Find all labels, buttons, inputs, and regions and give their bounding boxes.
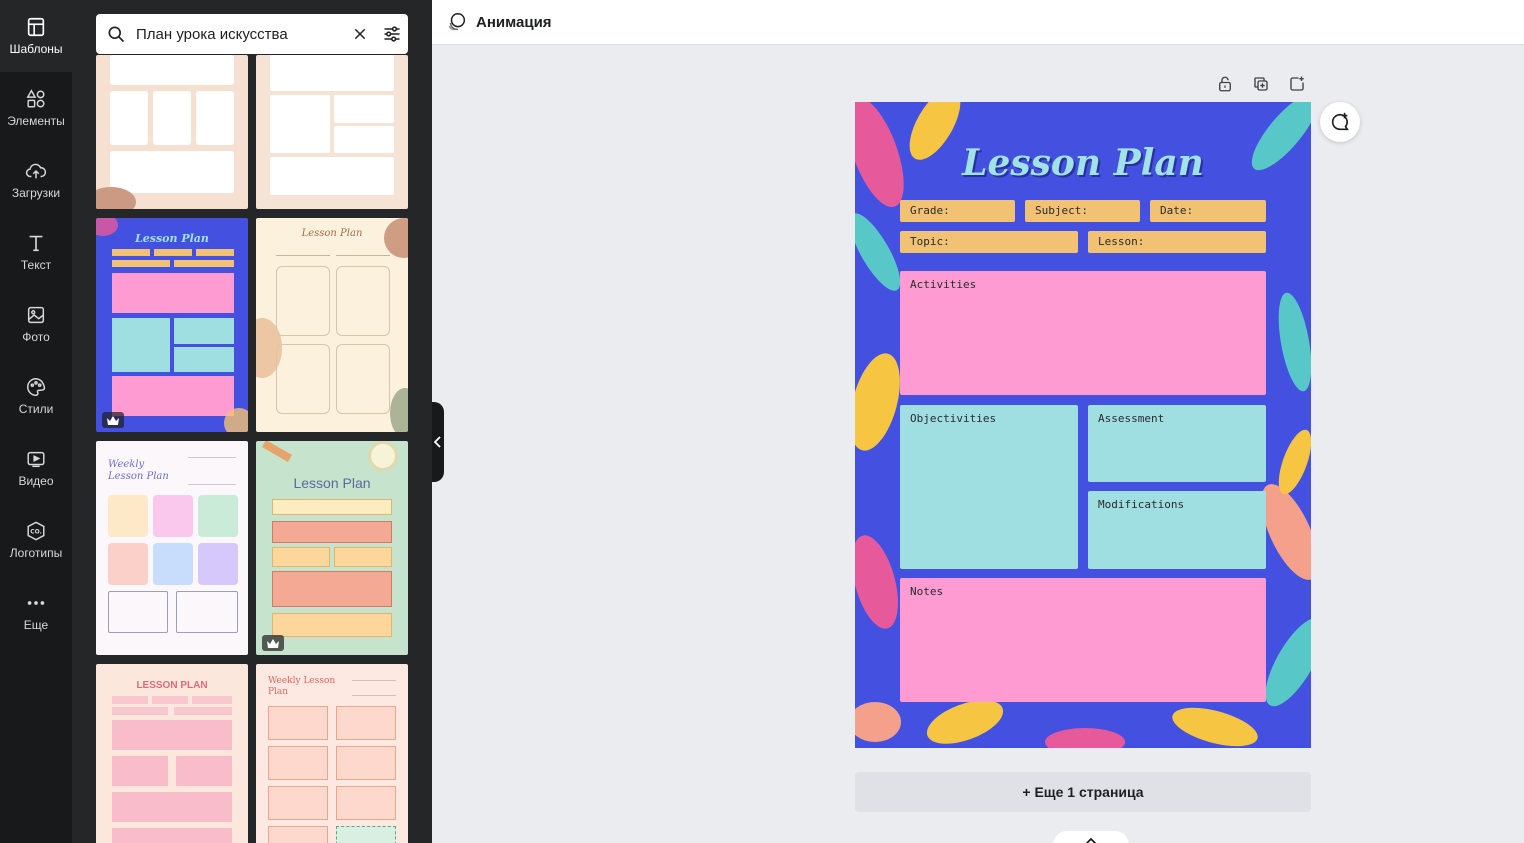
nav-label: Текст [20, 258, 52, 272]
design-page[interactable]: Lesson Plan Grade: Subject: Date: Topic:… [855, 102, 1311, 748]
chevron-left-icon [434, 436, 441, 448]
template-thumbnail[interactable]: Lesson Plan [256, 441, 408, 655]
chevron-up-icon [1085, 837, 1097, 843]
nav-label: Стили [18, 402, 54, 416]
modifications-box[interactable]: Modifications [1088, 491, 1266, 569]
duplicate-icon [1254, 77, 1268, 91]
collapse-panel-button[interactable] [432, 402, 444, 482]
grade-field[interactable]: Grade: [900, 200, 1015, 222]
nav-item-videos[interactable]: Видео [0, 432, 72, 504]
template-thumbnail[interactable]: Weekly Lesson Plan [256, 664, 408, 843]
thumb-title: Weekly Lesson Plan [268, 676, 336, 697]
clear-search-icon[interactable] [344, 26, 376, 42]
add-page-icon [1290, 76, 1304, 91]
template-search-bar [96, 14, 408, 54]
add-page-bar[interactable]: + Еще 1 страница [855, 772, 1311, 812]
premium-crown-icon [262, 635, 284, 651]
palette-icon [27, 378, 46, 396]
objectivities-box[interactable]: Objectivities [900, 405, 1078, 569]
template-thumbnail[interactable] [256, 55, 408, 209]
elements-icon [26, 89, 45, 108]
thumb-title: Lesson Plan [135, 232, 209, 245]
nav-item-more[interactable]: Еще [0, 576, 72, 648]
template-thumbnail[interactable] [96, 55, 248, 209]
text-icon [29, 235, 43, 252]
duplicate-page-button[interactable] [1249, 72, 1273, 96]
video-icon [27, 451, 45, 468]
add-page-button[interactable] [1285, 72, 1309, 96]
lesson-field[interactable]: Lesson: [1088, 231, 1266, 253]
nav-item-uploads[interactable]: Загрузки [0, 144, 72, 216]
nav-label: Шаблоны [9, 42, 63, 56]
animation-icon [448, 13, 466, 31]
nav-label: Логотипы [9, 546, 63, 560]
nav-label: Загрузки [11, 186, 61, 200]
side-nav: Шаблоны Элементы Загрузки Текст Фото Сти… [0, 0, 72, 843]
lock-page-button[interactable] [1213, 72, 1237, 96]
nav-label: Видео [18, 474, 54, 488]
animate-label: Анимация [476, 13, 552, 31]
nav-item-text[interactable]: Текст [0, 216, 72, 288]
premium-crown-icon [102, 412, 124, 428]
show-pages-toggle[interactable] [1053, 831, 1129, 843]
template-thumbnail[interactable]: Lesson Plan [96, 218, 248, 432]
thumb-title: LESSON PLAN [136, 680, 208, 691]
nav-item-elements[interactable]: Элементы [0, 72, 72, 144]
thumb-title: Lesson Plan [293, 475, 371, 491]
template-thumbnail[interactable]: Weekly Lesson Plan [96, 441, 248, 655]
templates-icon [27, 17, 45, 37]
thumb-title: Weekly Lesson Plan [108, 459, 169, 482]
animate-button[interactable]: Анимация [446, 10, 552, 34]
svg-text:CO.: CO. [30, 528, 42, 535]
template-thumbnail[interactable]: LESSON PLAN [96, 664, 248, 843]
thumb-title: Lesson Plan [301, 228, 363, 239]
logo-icon: CO. [27, 521, 45, 541]
subject-field[interactable]: Subject: [1025, 200, 1140, 222]
templates-panel: Lesson Plan Lesson Plan Weekly Lesson Pl… [72, 0, 432, 843]
notes-box[interactable]: Notes [900, 578, 1266, 702]
nav-label: Еще [23, 618, 49, 632]
search-icon [96, 24, 136, 44]
date-field[interactable]: Date: [1150, 200, 1266, 222]
search-input[interactable] [136, 15, 344, 53]
add-comment-button[interactable] [1320, 102, 1360, 142]
nav-item-styles[interactable]: Стили [0, 360, 72, 432]
nav-item-photos[interactable]: Фото [0, 288, 72, 360]
nav-item-logos[interactable]: CO. Логотипы [0, 504, 72, 576]
editor-toolbar: Анимация [432, 0, 1524, 45]
nav-label: Элементы [7, 114, 65, 128]
more-icon [27, 601, 45, 605]
lock-icon [1219, 76, 1231, 92]
nav-item-templates[interactable]: Шаблоны [0, 0, 72, 72]
editor-app: Шаблоны Элементы Загрузки Текст Фото Сти… [0, 0, 1524, 843]
upload-icon [25, 163, 47, 179]
design-title[interactable]: Lesson Plan [855, 142, 1311, 184]
template-thumbnail[interactable]: Lesson Plan [256, 218, 408, 432]
assessment-box[interactable]: Assessment [1088, 405, 1266, 482]
activities-box[interactable]: Activities [900, 271, 1266, 395]
comment-add-icon [1331, 112, 1349, 131]
topic-field[interactable]: Topic: [900, 231, 1078, 253]
nav-label: Фото [22, 330, 50, 344]
photo-icon [27, 306, 45, 324]
filter-icon[interactable] [376, 24, 408, 44]
